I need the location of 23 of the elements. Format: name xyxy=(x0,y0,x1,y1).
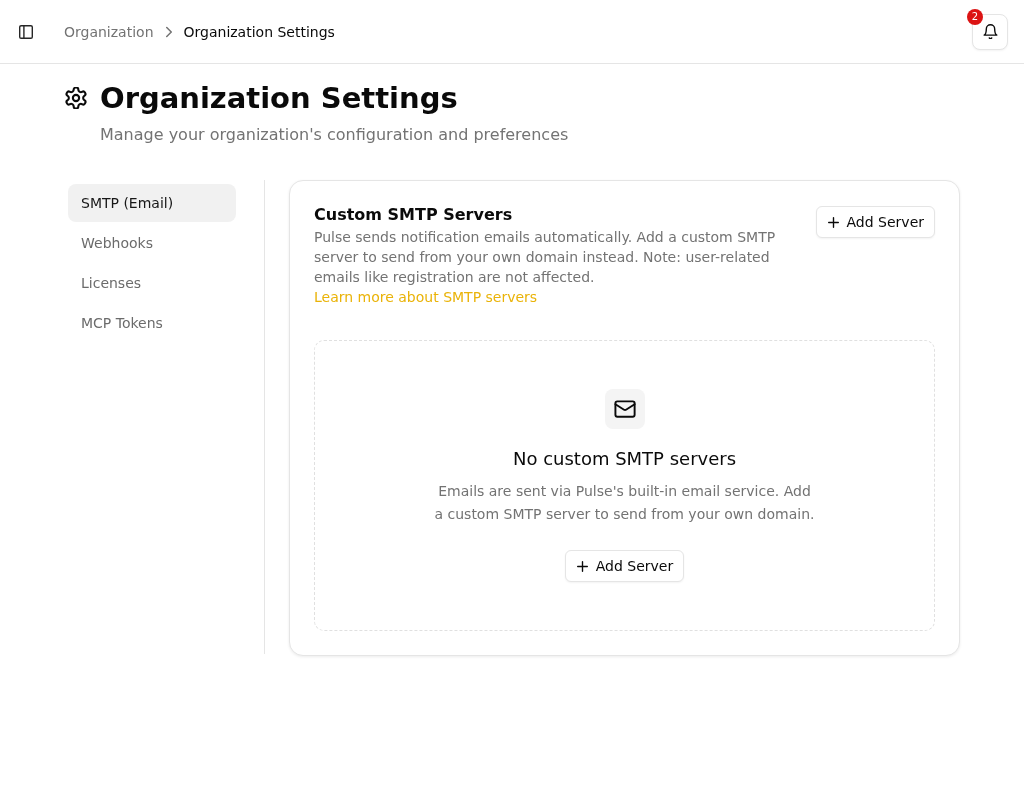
settings-icon xyxy=(65,87,87,109)
breadcrumb-current: Organization Settings xyxy=(183,22,335,42)
sidebar-item[interactable]: SMTP (Email) xyxy=(68,184,236,222)
empty-state-description: Emails are sent via Pulse's built-in email service. Add a custom SMTP server to send from your own domain. xyxy=(433,482,816,524)
sidebar-item[interactable]: MCP Tokens xyxy=(68,304,236,342)
add-server-button[interactable]: Add Server xyxy=(815,206,935,238)
plus-icon xyxy=(576,560,588,572)
bell-icon xyxy=(982,24,998,39)
sidebar-item[interactable]: Webhooks xyxy=(68,224,236,262)
mail-icon xyxy=(604,389,645,429)
sidebar-toggle-icon[interactable] xyxy=(19,24,33,39)
section-title: Custom SMTP Servers xyxy=(314,204,514,226)
plus-icon xyxy=(827,216,839,228)
empty-state-title: No custom SMTP servers xyxy=(511,447,738,471)
chevron-icon xyxy=(165,25,172,38)
page-title: Organization Settings xyxy=(100,80,458,116)
notification-badge: 2 xyxy=(967,8,983,25)
section-description: Pulse sends notification emails automatically. Add a custom SMTP server to send from your own domain instead. Note: user-related emails like registration are not affected. Learn more about SMTP servers xyxy=(314,228,777,307)
add-server-button[interactable]: Add Server xyxy=(564,550,685,582)
sidebar-item[interactable]: Licenses xyxy=(68,264,236,302)
notifications-button[interactable] xyxy=(972,13,1008,50)
breadcrumb-link[interactable]: Organization xyxy=(64,21,154,42)
page-subtitle: Manage your organization's configuration and preferences xyxy=(100,124,570,146)
